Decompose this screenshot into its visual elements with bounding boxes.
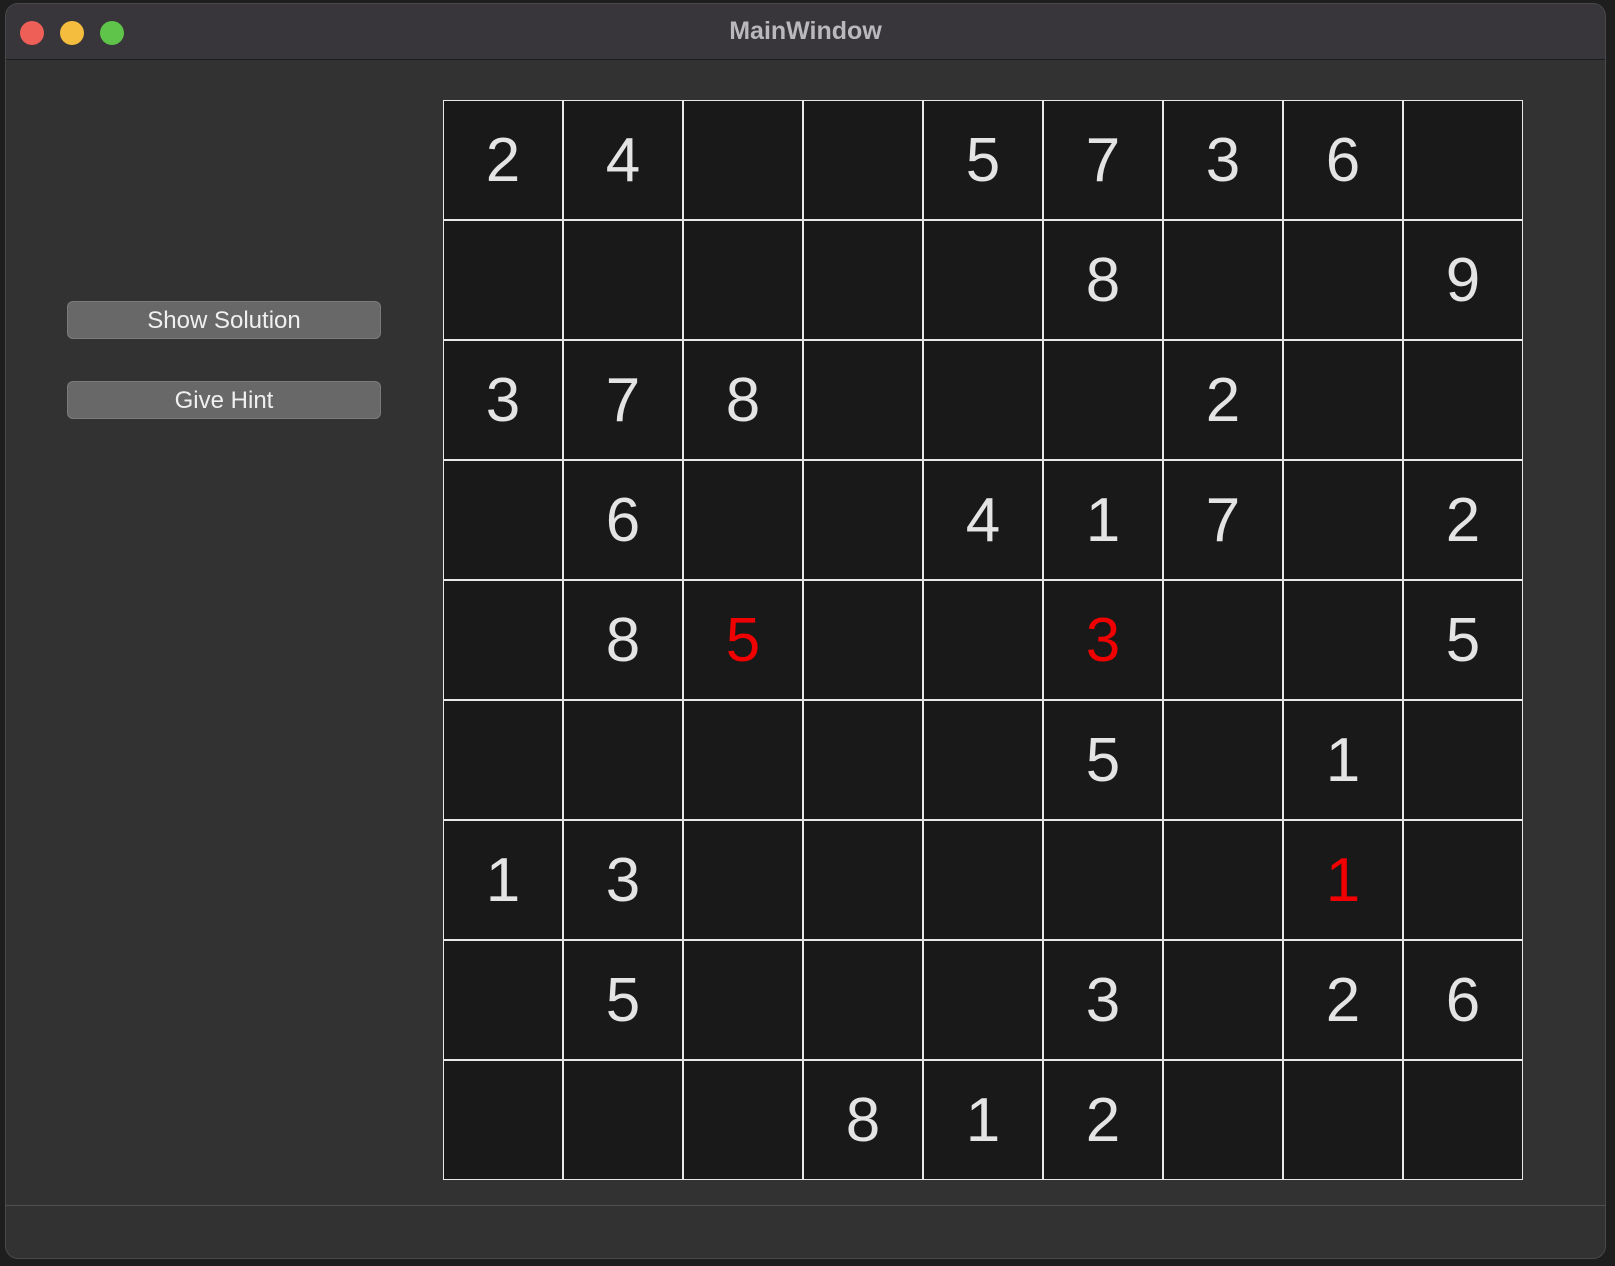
- sudoku-cell-r6-c5[interactable]: [923, 700, 1043, 820]
- sudoku-grid: 245736893782641728535511315326812: [443, 100, 1523, 1180]
- title-bar: MainWindow: [6, 4, 1605, 60]
- sudoku-cell-r7-c1[interactable]: 1: [443, 820, 563, 940]
- sudoku-cell-r4-c1[interactable]: [443, 460, 563, 580]
- sudoku-cell-r5-c6[interactable]: 3: [1043, 580, 1163, 700]
- sudoku-cell-r1-c2[interactable]: 4: [563, 100, 683, 220]
- sudoku-cell-r1-c4[interactable]: [803, 100, 923, 220]
- sudoku-cell-r1-c6[interactable]: 7: [1043, 100, 1163, 220]
- sudoku-cell-r9-c1[interactable]: [443, 1060, 563, 1180]
- status-bar: [6, 1205, 1605, 1258]
- sudoku-cell-r2-c2[interactable]: [563, 220, 683, 340]
- sudoku-cell-r2-c6[interactable]: 8: [1043, 220, 1163, 340]
- give-hint-button[interactable]: Give Hint: [67, 381, 381, 419]
- sudoku-cell-r7-c8[interactable]: 1: [1283, 820, 1403, 940]
- sudoku-cell-r4-c4[interactable]: [803, 460, 923, 580]
- sudoku-cell-r8-c3[interactable]: [683, 940, 803, 1060]
- sudoku-cell-r8-c1[interactable]: [443, 940, 563, 1060]
- sudoku-cell-r7-c2[interactable]: 3: [563, 820, 683, 940]
- sudoku-cell-r5-c5[interactable]: [923, 580, 1043, 700]
- sudoku-cell-r4-c6[interactable]: 1: [1043, 460, 1163, 580]
- sudoku-cell-r8-c5[interactable]: [923, 940, 1043, 1060]
- sudoku-cell-r7-c7[interactable]: [1163, 820, 1283, 940]
- sudoku-cell-r4-c5[interactable]: 4: [923, 460, 1043, 580]
- sudoku-cell-r7-c3[interactable]: [683, 820, 803, 940]
- sudoku-cell-r4-c7[interactable]: 7: [1163, 460, 1283, 580]
- sudoku-cell-r3-c2[interactable]: 7: [563, 340, 683, 460]
- sudoku-cell-r7-c9[interactable]: [1403, 820, 1523, 940]
- sudoku-cell-r1-c1[interactable]: 2: [443, 100, 563, 220]
- sudoku-cell-r1-c3[interactable]: [683, 100, 803, 220]
- sudoku-cell-r6-c9[interactable]: [1403, 700, 1523, 820]
- sudoku-cell-r5-c1[interactable]: [443, 580, 563, 700]
- sudoku-cell-r2-c4[interactable]: [803, 220, 923, 340]
- sudoku-cell-r6-c2[interactable]: [563, 700, 683, 820]
- sudoku-cell-r5-c3[interactable]: 5: [683, 580, 803, 700]
- sudoku-cell-r1-c7[interactable]: 3: [1163, 100, 1283, 220]
- sudoku-cell-r9-c5[interactable]: 1: [923, 1060, 1043, 1180]
- sudoku-cell-r8-c8[interactable]: 2: [1283, 940, 1403, 1060]
- sudoku-cell-r2-c9[interactable]: 9: [1403, 220, 1523, 340]
- sudoku-cell-r6-c6[interactable]: 5: [1043, 700, 1163, 820]
- sudoku-cell-r3-c5[interactable]: [923, 340, 1043, 460]
- sudoku-cell-r5-c8[interactable]: [1283, 580, 1403, 700]
- sudoku-cell-r9-c9[interactable]: [1403, 1060, 1523, 1180]
- sudoku-cell-r8-c7[interactable]: [1163, 940, 1283, 1060]
- sudoku-cell-r5-c2[interactable]: 8: [563, 580, 683, 700]
- sudoku-cell-r5-c7[interactable]: [1163, 580, 1283, 700]
- sudoku-cell-r3-c7[interactable]: 2: [1163, 340, 1283, 460]
- sudoku-cell-r4-c9[interactable]: 2: [1403, 460, 1523, 580]
- sudoku-cell-r9-c4[interactable]: 8: [803, 1060, 923, 1180]
- sudoku-cell-r5-c4[interactable]: [803, 580, 923, 700]
- sudoku-cell-r8-c9[interactable]: 6: [1403, 940, 1523, 1060]
- sudoku-cell-r9-c8[interactable]: [1283, 1060, 1403, 1180]
- sudoku-cell-r3-c9[interactable]: [1403, 340, 1523, 460]
- sudoku-cell-r3-c3[interactable]: 8: [683, 340, 803, 460]
- sudoku-cell-r4-c3[interactable]: [683, 460, 803, 580]
- window-title: MainWindow: [729, 17, 882, 45]
- sudoku-cell-r6-c1[interactable]: [443, 700, 563, 820]
- sudoku-cell-r6-c8[interactable]: 1: [1283, 700, 1403, 820]
- sudoku-cell-r1-c5[interactable]: 5: [923, 100, 1043, 220]
- sudoku-cell-r3-c4[interactable]: [803, 340, 923, 460]
- sudoku-cell-r6-c7[interactable]: [1163, 700, 1283, 820]
- sudoku-cell-r7-c5[interactable]: [923, 820, 1043, 940]
- sudoku-cell-r2-c1[interactable]: [443, 220, 563, 340]
- sudoku-cell-r8-c6[interactable]: 3: [1043, 940, 1163, 1060]
- main-window: MainWindow Show Solution Give Hint 24573…: [6, 4, 1605, 1258]
- sudoku-cell-r3-c1[interactable]: 3: [443, 340, 563, 460]
- sudoku-cell-r1-c8[interactable]: 6: [1283, 100, 1403, 220]
- sudoku-cell-r9-c6[interactable]: 2: [1043, 1060, 1163, 1180]
- sudoku-cell-r7-c4[interactable]: [803, 820, 923, 940]
- sudoku-cell-r9-c7[interactable]: [1163, 1060, 1283, 1180]
- sudoku-cell-r6-c4[interactable]: [803, 700, 923, 820]
- sudoku-cell-r4-c8[interactable]: [1283, 460, 1403, 580]
- sudoku-cell-r9-c2[interactable]: [563, 1060, 683, 1180]
- sudoku-cell-r6-c3[interactable]: [683, 700, 803, 820]
- sudoku-cell-r8-c2[interactable]: 5: [563, 940, 683, 1060]
- sudoku-cell-r3-c8[interactable]: [1283, 340, 1403, 460]
- sudoku-cell-r2-c7[interactable]: [1163, 220, 1283, 340]
- sudoku-cell-r2-c5[interactable]: [923, 220, 1043, 340]
- sudoku-cell-r7-c6[interactable]: [1043, 820, 1163, 940]
- sudoku-cell-r5-c9[interactable]: 5: [1403, 580, 1523, 700]
- sudoku-cell-r9-c3[interactable]: [683, 1060, 803, 1180]
- sudoku-cell-r3-c6[interactable]: [1043, 340, 1163, 460]
- show-solution-button[interactable]: Show Solution: [67, 301, 381, 339]
- sudoku-cell-r8-c4[interactable]: [803, 940, 923, 1060]
- sudoku-cell-r2-c3[interactable]: [683, 220, 803, 340]
- sudoku-cell-r1-c9[interactable]: [1403, 100, 1523, 220]
- sudoku-cell-r4-c2[interactable]: 6: [563, 460, 683, 580]
- sudoku-cell-r2-c8[interactable]: [1283, 220, 1403, 340]
